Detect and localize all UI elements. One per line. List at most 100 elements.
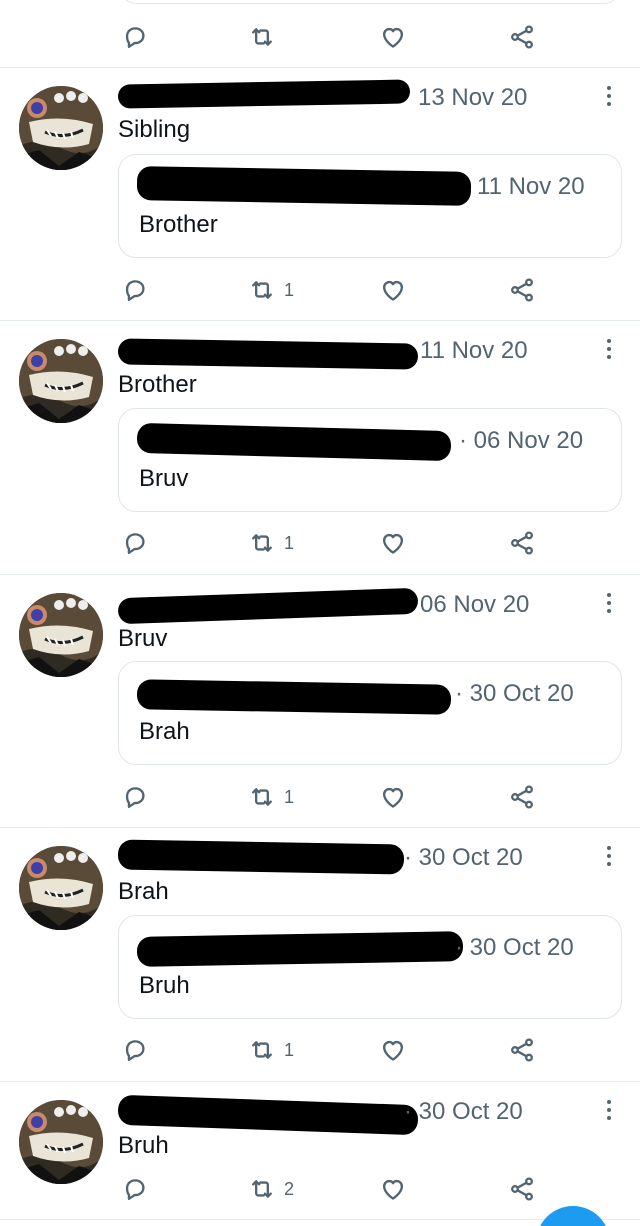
- avatar[interactable]: [19, 1100, 103, 1184]
- share-button[interactable]: [508, 782, 536, 812]
- reply-icon: [121, 1036, 149, 1064]
- quoted-tweet[interactable]: · 06 Nov 20 Bruv: [118, 408, 622, 512]
- quoted-tweet[interactable]: · 30 Oct 20 Brah: [118, 661, 622, 765]
- retweet-button[interactable]: 1: [248, 782, 294, 812]
- share-button[interactable]: [508, 275, 536, 305]
- retweet-button[interactable]: 1: [248, 528, 294, 558]
- share-icon: [508, 276, 536, 304]
- tweet-date: 06 Nov 20: [420, 591, 530, 618]
- retweet-icon: [248, 1036, 276, 1064]
- share-button[interactable]: [508, 22, 536, 52]
- redacted-quote-author: [136, 679, 452, 715]
- reply-button[interactable]: [121, 528, 149, 558]
- share-icon: [508, 1175, 536, 1203]
- retweet-button[interactable]: [248, 22, 276, 52]
- retweet-button[interactable]: 1: [248, 1035, 294, 1065]
- more-icon[interactable]: [606, 86, 612, 108]
- share-button[interactable]: [508, 1174, 536, 1204]
- reply-button[interactable]: [121, 782, 149, 812]
- reply-icon: [121, 1175, 149, 1203]
- redacted-quote-author: [136, 166, 472, 206]
- quote-date: · 06 Nov 20: [459, 427, 584, 454]
- action-bar: 1: [0, 275, 640, 305]
- quoted-tweet[interactable]: 11 Nov 20 Brother: [118, 154, 622, 258]
- previous-tweet-strip: [0, 0, 640, 68]
- heart-icon: [379, 783, 407, 811]
- tweet-date: 13 Nov 20: [418, 84, 528, 111]
- action-bar: 2: [0, 1174, 640, 1204]
- redacted-author: [117, 587, 419, 625]
- reply-button[interactable]: [121, 275, 149, 305]
- avatar[interactable]: [19, 846, 103, 930]
- retweet-count: 1: [284, 786, 295, 807]
- retweet-count: 2: [284, 1178, 295, 1199]
- action-bar: [0, 22, 640, 52]
- avatar[interactable]: [19, 86, 103, 170]
- heart-icon: [379, 1175, 407, 1203]
- like-button[interactable]: [379, 22, 407, 52]
- share-icon: [508, 783, 536, 811]
- quote-text: Brother: [139, 211, 218, 238]
- redacted-author: [117, 839, 405, 875]
- more-icon[interactable]: [606, 593, 612, 615]
- action-bar: 1: [0, 1035, 640, 1065]
- heart-icon: [379, 529, 407, 557]
- heart-icon: [379, 1036, 407, 1064]
- more-icon[interactable]: [606, 339, 612, 361]
- quote-date: · 30 Oct 20: [455, 934, 574, 961]
- tweet[interactable]: 06 Nov 20 Bruv · 30 Oct 20 Brah 1: [0, 575, 640, 828]
- quote-text: Brah: [139, 718, 190, 745]
- tweet-date: · 30 Oct 20: [404, 1098, 523, 1125]
- share-icon: [508, 23, 536, 51]
- retweet-icon: [248, 23, 276, 51]
- previous-quote-edge: [120, 0, 620, 4]
- tweet-date: 11 Nov 20: [420, 337, 528, 364]
- tweet-text: Bruv: [118, 625, 168, 652]
- tweet[interactable]: · 30 Oct 20 Bruh 2: [0, 1082, 640, 1220]
- share-icon: [508, 1036, 536, 1064]
- reply-icon: [121, 23, 149, 51]
- quote-date: 11 Nov 20: [477, 173, 585, 200]
- quote-text: Bruh: [139, 972, 190, 999]
- share-button[interactable]: [508, 1035, 536, 1065]
- tweet-text: Brother: [118, 371, 197, 398]
- share-button[interactable]: [508, 528, 536, 558]
- like-button[interactable]: [379, 275, 407, 305]
- action-bar: 1: [0, 528, 640, 558]
- avatar[interactable]: [19, 593, 103, 677]
- heart-icon: [379, 276, 407, 304]
- like-button[interactable]: [379, 1174, 407, 1204]
- retweet-count: 1: [284, 532, 295, 553]
- reply-button[interactable]: [121, 1035, 149, 1065]
- quote-text: Bruv: [139, 465, 189, 492]
- retweet-button[interactable]: 1: [248, 275, 294, 305]
- redacted-author: [117, 338, 419, 370]
- retweet-icon: [248, 783, 276, 811]
- tweet[interactable]: 11 Nov 20 Brother · 06 Nov 20 Bruv 1: [0, 321, 640, 575]
- share-icon: [508, 529, 536, 557]
- retweet-icon: [248, 276, 276, 304]
- retweet-icon: [248, 529, 276, 557]
- retweet-icon: [248, 1175, 276, 1203]
- redacted-quote-author: [136, 422, 452, 462]
- reply-button[interactable]: [121, 22, 149, 52]
- tweet[interactable]: 13 Nov 20 Sibling 11 Nov 20 Brother 1: [0, 68, 640, 321]
- avatar[interactable]: [19, 339, 103, 423]
- redacted-author: [117, 79, 411, 109]
- tweet-text: Bruh: [118, 1132, 169, 1159]
- more-icon[interactable]: [606, 1100, 612, 1122]
- redacted-quote-author: [136, 931, 464, 967]
- retweet-button[interactable]: 2: [248, 1174, 294, 1204]
- like-button[interactable]: [379, 528, 407, 558]
- quoted-tweet[interactable]: · 30 Oct 20 Bruh: [118, 915, 622, 1019]
- quote-date: · 30 Oct 20: [455, 680, 574, 707]
- reply-button[interactable]: [121, 1174, 149, 1204]
- retweet-count: 1: [284, 1039, 295, 1060]
- tweet[interactable]: · 30 Oct 20 Brah · 30 Oct 20 Bruh 1: [0, 828, 640, 1082]
- tweet-text: Sibling: [118, 116, 191, 143]
- like-button[interactable]: [379, 1035, 407, 1065]
- reply-icon: [121, 529, 149, 557]
- redacted-author: [117, 1094, 419, 1136]
- more-icon[interactable]: [606, 846, 612, 868]
- like-button[interactable]: [379, 782, 407, 812]
